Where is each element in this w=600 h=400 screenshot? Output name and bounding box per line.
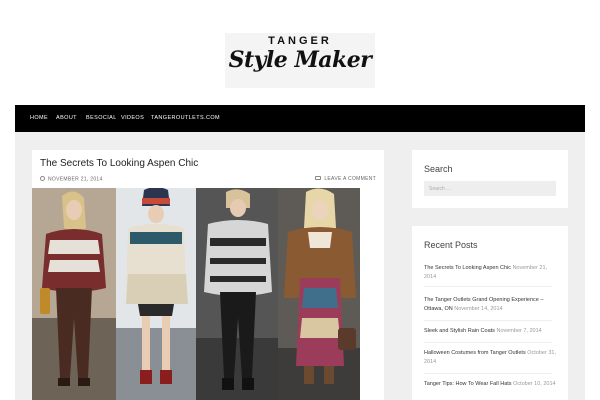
nav-item-videos[interactable]: VIDEOS	[121, 115, 144, 121]
recent-post-title[interactable]: The Secrets To Looking Aspen Chic	[424, 265, 511, 271]
main-nav: HOME ABOUT BESOCIAL VIDEOS TANGEROUTLETS…	[15, 105, 585, 132]
search-input[interactable]	[424, 181, 556, 196]
runway-photo-1	[32, 188, 116, 400]
clock-icon	[40, 176, 45, 181]
divider	[424, 342, 552, 343]
recent-post-title[interactable]: Sleek and Stylish Rain Coats	[424, 328, 495, 334]
divider	[424, 320, 552, 321]
recent-post-item[interactable]: Halloween Costumes from Tanger Outlets O…	[424, 349, 558, 366]
recent-posts-widget: Recent Posts The Secrets To Looking Aspe…	[412, 226, 568, 400]
runway-photo-2	[116, 188, 196, 400]
recent-post-item[interactable]: Tanger Tips: How To Wear Fall Hats Octob…	[424, 380, 558, 389]
recent-posts-title: Recent Posts	[424, 240, 478, 250]
search-widget: Search	[412, 150, 568, 208]
post-featured-image[interactable]	[32, 188, 360, 400]
nav-item-home[interactable]: HOME	[30, 115, 48, 121]
site-logo[interactable]: TANGER Style Maker	[225, 33, 375, 88]
recent-post-date: November 7, 2014	[496, 328, 542, 334]
runway-photo-3	[196, 188, 278, 400]
search-widget-title: Search	[424, 164, 453, 174]
recent-post-date: November 14, 2014	[454, 305, 503, 312]
post-date[interactable]: NOVEMBER 21, 2014	[40, 176, 103, 183]
runway-photo-4	[278, 188, 360, 400]
comment-bubble-icon	[315, 176, 322, 180]
recent-post-title[interactable]: Tanger Tips: How To Wear Fall Hats	[424, 381, 512, 387]
recent-post-date: October 10, 2014	[513, 381, 556, 387]
logo-script-text: Style Maker	[228, 47, 372, 73]
recent-post-title[interactable]: Halloween Costumes from Tanger Outlets	[424, 350, 526, 356]
recent-post-item[interactable]: Sleek and Stylish Rain Coats November 7,…	[424, 327, 558, 336]
divider	[424, 286, 552, 287]
logo-brand-text: TANGER	[268, 35, 332, 47]
site-header: TANGER Style Maker	[0, 0, 600, 105]
nav-item-besocial[interactable]: BESOCIAL	[86, 115, 117, 121]
divider	[424, 373, 552, 374]
recent-post-item[interactable]: The Secrets To Looking Aspen Chic Novemb…	[424, 264, 558, 281]
leave-comment-text: LEAVE A COMMENT	[324, 176, 376, 182]
post-card: The Secrets To Looking Aspen Chic NOVEMB…	[32, 150, 384, 400]
nav-item-tangeroutlets[interactable]: TANGEROUTLETS.COM	[151, 115, 220, 121]
nav-item-about[interactable]: ABOUT	[56, 115, 77, 121]
post-date-text: NOVEMBER 21, 2014	[48, 176, 103, 183]
recent-post-item[interactable]: The Tanger Outlets Grand Opening Experie…	[424, 296, 558, 313]
post-title[interactable]: The Secrets To Looking Aspen Chic	[40, 158, 198, 169]
leave-comment-link[interactable]: LEAVE A COMMENT	[315, 176, 376, 182]
